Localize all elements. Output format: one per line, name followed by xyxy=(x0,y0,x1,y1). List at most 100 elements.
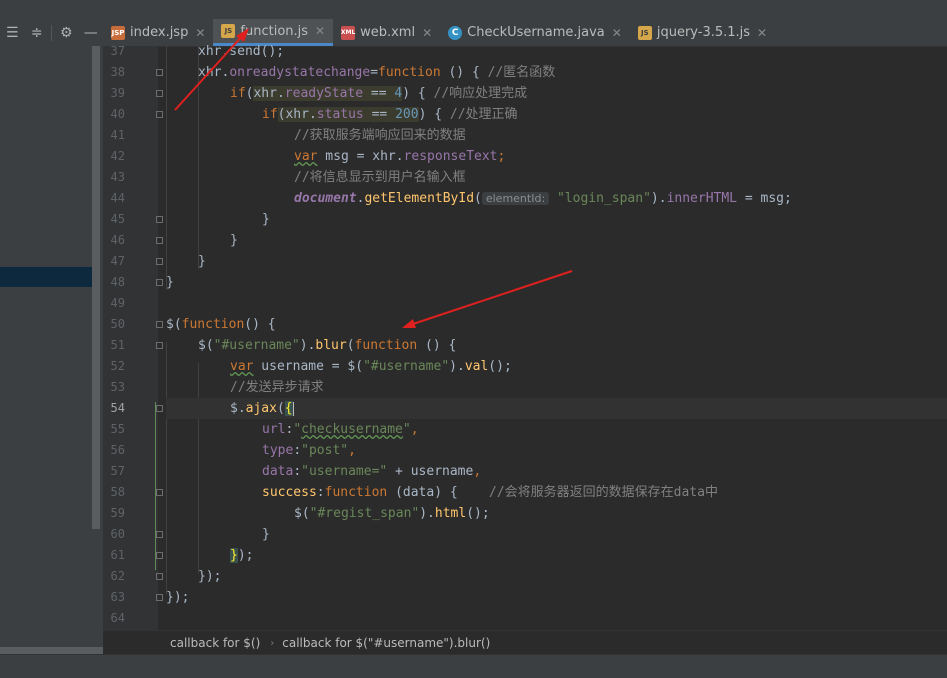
code-line-38: xhr.onreadystatechange=function () { //匿… xyxy=(198,65,556,80)
breadcrumb-item[interactable]: callback for $() xyxy=(170,636,270,650)
line-number: 40 xyxy=(110,107,125,121)
status-bar xyxy=(0,654,947,678)
line-number: 64 xyxy=(110,611,125,625)
close-icon[interactable]: ✕ xyxy=(757,26,767,40)
line-number: 44 xyxy=(110,191,125,205)
code-line-50: $(function() { xyxy=(166,317,276,332)
line-number: 48 xyxy=(110,275,125,289)
tab-label: function.js xyxy=(240,23,309,39)
fold-marker-icon[interactable] xyxy=(156,279,163,286)
line-number: 51 xyxy=(110,338,125,352)
breadcrumb-item[interactable]: callback for $("#username").blur() xyxy=(282,636,500,650)
chevron-right-icon: › xyxy=(270,637,275,649)
scope-indicator xyxy=(155,402,156,570)
line-number: 39 xyxy=(110,86,125,100)
fold-marker-icon[interactable] xyxy=(156,573,163,580)
project-panel xyxy=(0,46,103,654)
fold-marker-icon[interactable] xyxy=(156,552,163,559)
tab-jquery-js[interactable]: JS jquery-3.5.1.js ✕ xyxy=(630,19,775,46)
code-line-47: } xyxy=(198,254,206,269)
fold-marker-icon[interactable] xyxy=(156,111,163,118)
line-number: 49 xyxy=(110,296,125,310)
expand-all-icon[interactable]: ≑ xyxy=(25,25,50,41)
fold-marker-icon[interactable] xyxy=(156,258,163,265)
code-line-56: type:"post", xyxy=(262,443,356,458)
code-line-45: } xyxy=(262,212,270,227)
code-line-62: }); xyxy=(198,569,222,584)
close-icon[interactable]: ✕ xyxy=(612,26,622,40)
code-line-41: //获取服务端响应回来的数据 xyxy=(294,128,466,143)
fold-marker-icon[interactable] xyxy=(156,321,163,328)
code-editor[interactable]: xhr.send(); xhr.onreadystatechange=funct… xyxy=(155,44,947,630)
text-caret xyxy=(292,401,294,416)
code-line-44: document.getElementById(elementId: "logi… xyxy=(294,191,792,206)
project-scrollbar[interactable] xyxy=(92,46,100,529)
line-number: 38 xyxy=(110,65,125,79)
code-line-58: success:function (data) { //会将服务器返回的数据保存… xyxy=(262,485,718,500)
parameter-hint: elementId: xyxy=(481,192,550,205)
code-line-53: //发送异步请求 xyxy=(230,380,324,395)
line-number: 55 xyxy=(110,422,125,436)
xml-file-icon: XML xyxy=(341,25,355,40)
line-number: 59 xyxy=(110,506,125,520)
java-class-icon: C xyxy=(448,25,463,40)
breadcrumb: callback for $() › callback for $("#user… xyxy=(103,630,947,655)
close-icon[interactable]: ✕ xyxy=(195,26,205,40)
line-number: 43 xyxy=(110,170,125,184)
tab-label: jquery-3.5.1.js xyxy=(656,25,751,40)
toolbar-divider xyxy=(51,24,52,41)
fold-marker-icon[interactable] xyxy=(156,237,163,244)
fold-marker-icon[interactable] xyxy=(156,216,163,223)
code-line-43: //将信息显示到用户名输入框 xyxy=(294,170,466,185)
code-line-39: if(xhr.readyState == 4) { //响应处理完成 xyxy=(230,86,528,101)
code-line-61: }); xyxy=(230,548,254,563)
line-number: 57 xyxy=(110,464,125,478)
fold-marker-icon[interactable] xyxy=(156,531,163,538)
code-line-48: } xyxy=(166,275,174,290)
close-icon[interactable]: ✕ xyxy=(422,26,432,40)
tab-label: web.xml xyxy=(360,25,416,40)
line-number: 41 xyxy=(110,128,125,142)
fold-marker-icon[interactable] xyxy=(156,342,163,349)
code-line-54: $.ajax({ xyxy=(166,398,947,419)
code-line-37: xhr.send(); xyxy=(198,44,285,59)
code-line-51: $("#username").blur(function () { xyxy=(198,338,457,353)
line-number: 56 xyxy=(110,443,125,457)
close-icon[interactable]: ✕ xyxy=(315,24,325,38)
tab-checkusername-java[interactable]: C CheckUsername.java ✕ xyxy=(440,19,630,46)
jsp-file-icon: JSP xyxy=(111,25,125,40)
line-number: 42 xyxy=(110,149,125,163)
minimize-icon[interactable]: — xyxy=(78,25,103,41)
project-toolbar: ☰ ≑ ⚙ — xyxy=(0,19,103,46)
fold-marker-icon[interactable] xyxy=(156,405,163,412)
tab-label: CheckUsername.java xyxy=(467,25,605,40)
line-number: 37 xyxy=(110,44,125,58)
tab-label: index.jsp xyxy=(130,25,189,40)
tab-web-xml[interactable]: XML web.xml ✕ xyxy=(333,19,440,46)
code-line-46: } xyxy=(230,233,238,248)
collapse-all-icon[interactable]: ☰ xyxy=(0,25,25,41)
line-number: 53 xyxy=(110,380,125,394)
code-line-57: data:"username=" + username, xyxy=(262,464,482,479)
line-number: 61 xyxy=(110,548,125,562)
line-number: 52 xyxy=(110,359,125,373)
code-line-55: url:"checkusername", xyxy=(262,422,419,437)
js-file-icon: JS xyxy=(221,24,236,38)
matched-brace: { xyxy=(284,401,293,416)
line-number: 50 xyxy=(110,317,125,331)
code-line-40: if(xhr.status == 200) { //处理正确 xyxy=(262,107,518,122)
line-number: 47 xyxy=(110,254,125,268)
horizontal-scrollbar[interactable] xyxy=(0,647,103,654)
selected-tree-row[interactable] xyxy=(0,267,100,287)
fold-marker-icon[interactable] xyxy=(156,90,163,97)
line-number: 45 xyxy=(110,212,125,226)
line-number: 63 xyxy=(110,590,125,604)
line-number: 62 xyxy=(110,569,125,583)
code-line-42: var msg = xhr.responseText; xyxy=(294,149,506,164)
fold-marker-icon[interactable] xyxy=(156,594,163,601)
gear-icon[interactable]: ⚙ xyxy=(54,25,79,41)
code-line-59: $("#regist_span").html(); xyxy=(294,506,490,521)
matched-brace: } xyxy=(230,548,238,563)
fold-marker-icon[interactable] xyxy=(156,489,163,496)
fold-marker-icon[interactable] xyxy=(156,69,163,76)
